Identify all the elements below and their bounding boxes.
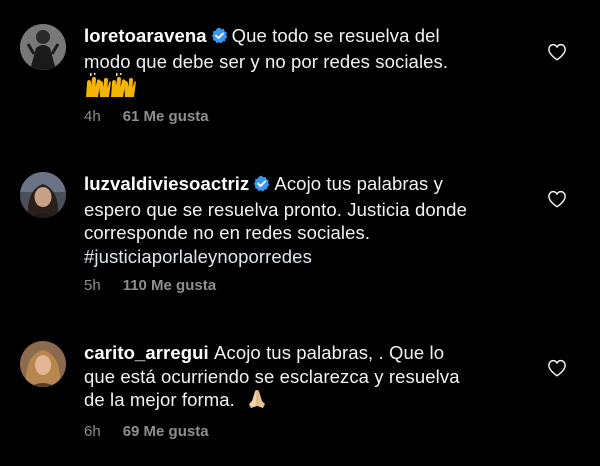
avatar[interactable] [20,24,66,70]
hashtag-link[interactable]: #justiciaporlaleynoporredes [84,245,524,269]
avatar[interactable] [20,172,66,218]
timestamp: 6h [84,423,101,440]
raising-hands-icon [86,73,136,97]
username[interactable]: luzvaldiviesoactriz [84,173,249,194]
username[interactable]: carito_arregui [84,342,209,363]
verified-badge-icon [211,26,228,50]
username[interactable]: loretoaravena [84,25,207,46]
heart-outline-icon[interactable] [547,43,567,61]
comment-line: Que todo se resuelva del [231,25,440,46]
likes-count[interactable]: 69 Me gusta [123,423,209,440]
comment-line: modo que debe ser y no por redes sociale… [84,50,449,72]
timestamp: 4h [84,108,101,125]
comment-meta: 5h 110 Me gusta [84,277,216,294]
comment-text: luzvaldiviesoactriz Acojo tus palabras y … [84,172,524,268]
comment-text: carito_arregui Acojo tus palabras, . Que… [84,341,524,412]
likes-count[interactable]: 61 Me gusta [123,108,209,125]
comment-line: de la mejor forma. [84,389,235,410]
comment-meta: 4h 61 Me gusta [84,108,209,125]
comment-line: Acojo tus palabras y [274,173,443,194]
folded-hands-icon [249,390,266,408]
timestamp: 5h [84,277,101,294]
comment-line: Acojo tus palabras, . Que lo [214,342,445,363]
comment-line: espero que se resuelva pronto. Justicia … [84,198,467,220]
verified-badge-icon [253,174,270,198]
comment-line: que está ocurriendo se esclarezca y resu… [84,365,460,387]
comment-line: corresponde no en redes sociales. [84,222,371,243]
avatar[interactable] [20,341,66,387]
comment-text: loretoaravena Que todo se resuelva del mo… [84,24,524,99]
heart-outline-icon[interactable] [547,359,567,377]
likes-count[interactable]: 110 Me gusta [123,277,216,294]
heart-outline-icon[interactable] [547,190,567,208]
comment-meta: 6h 69 Me gusta [84,423,209,440]
